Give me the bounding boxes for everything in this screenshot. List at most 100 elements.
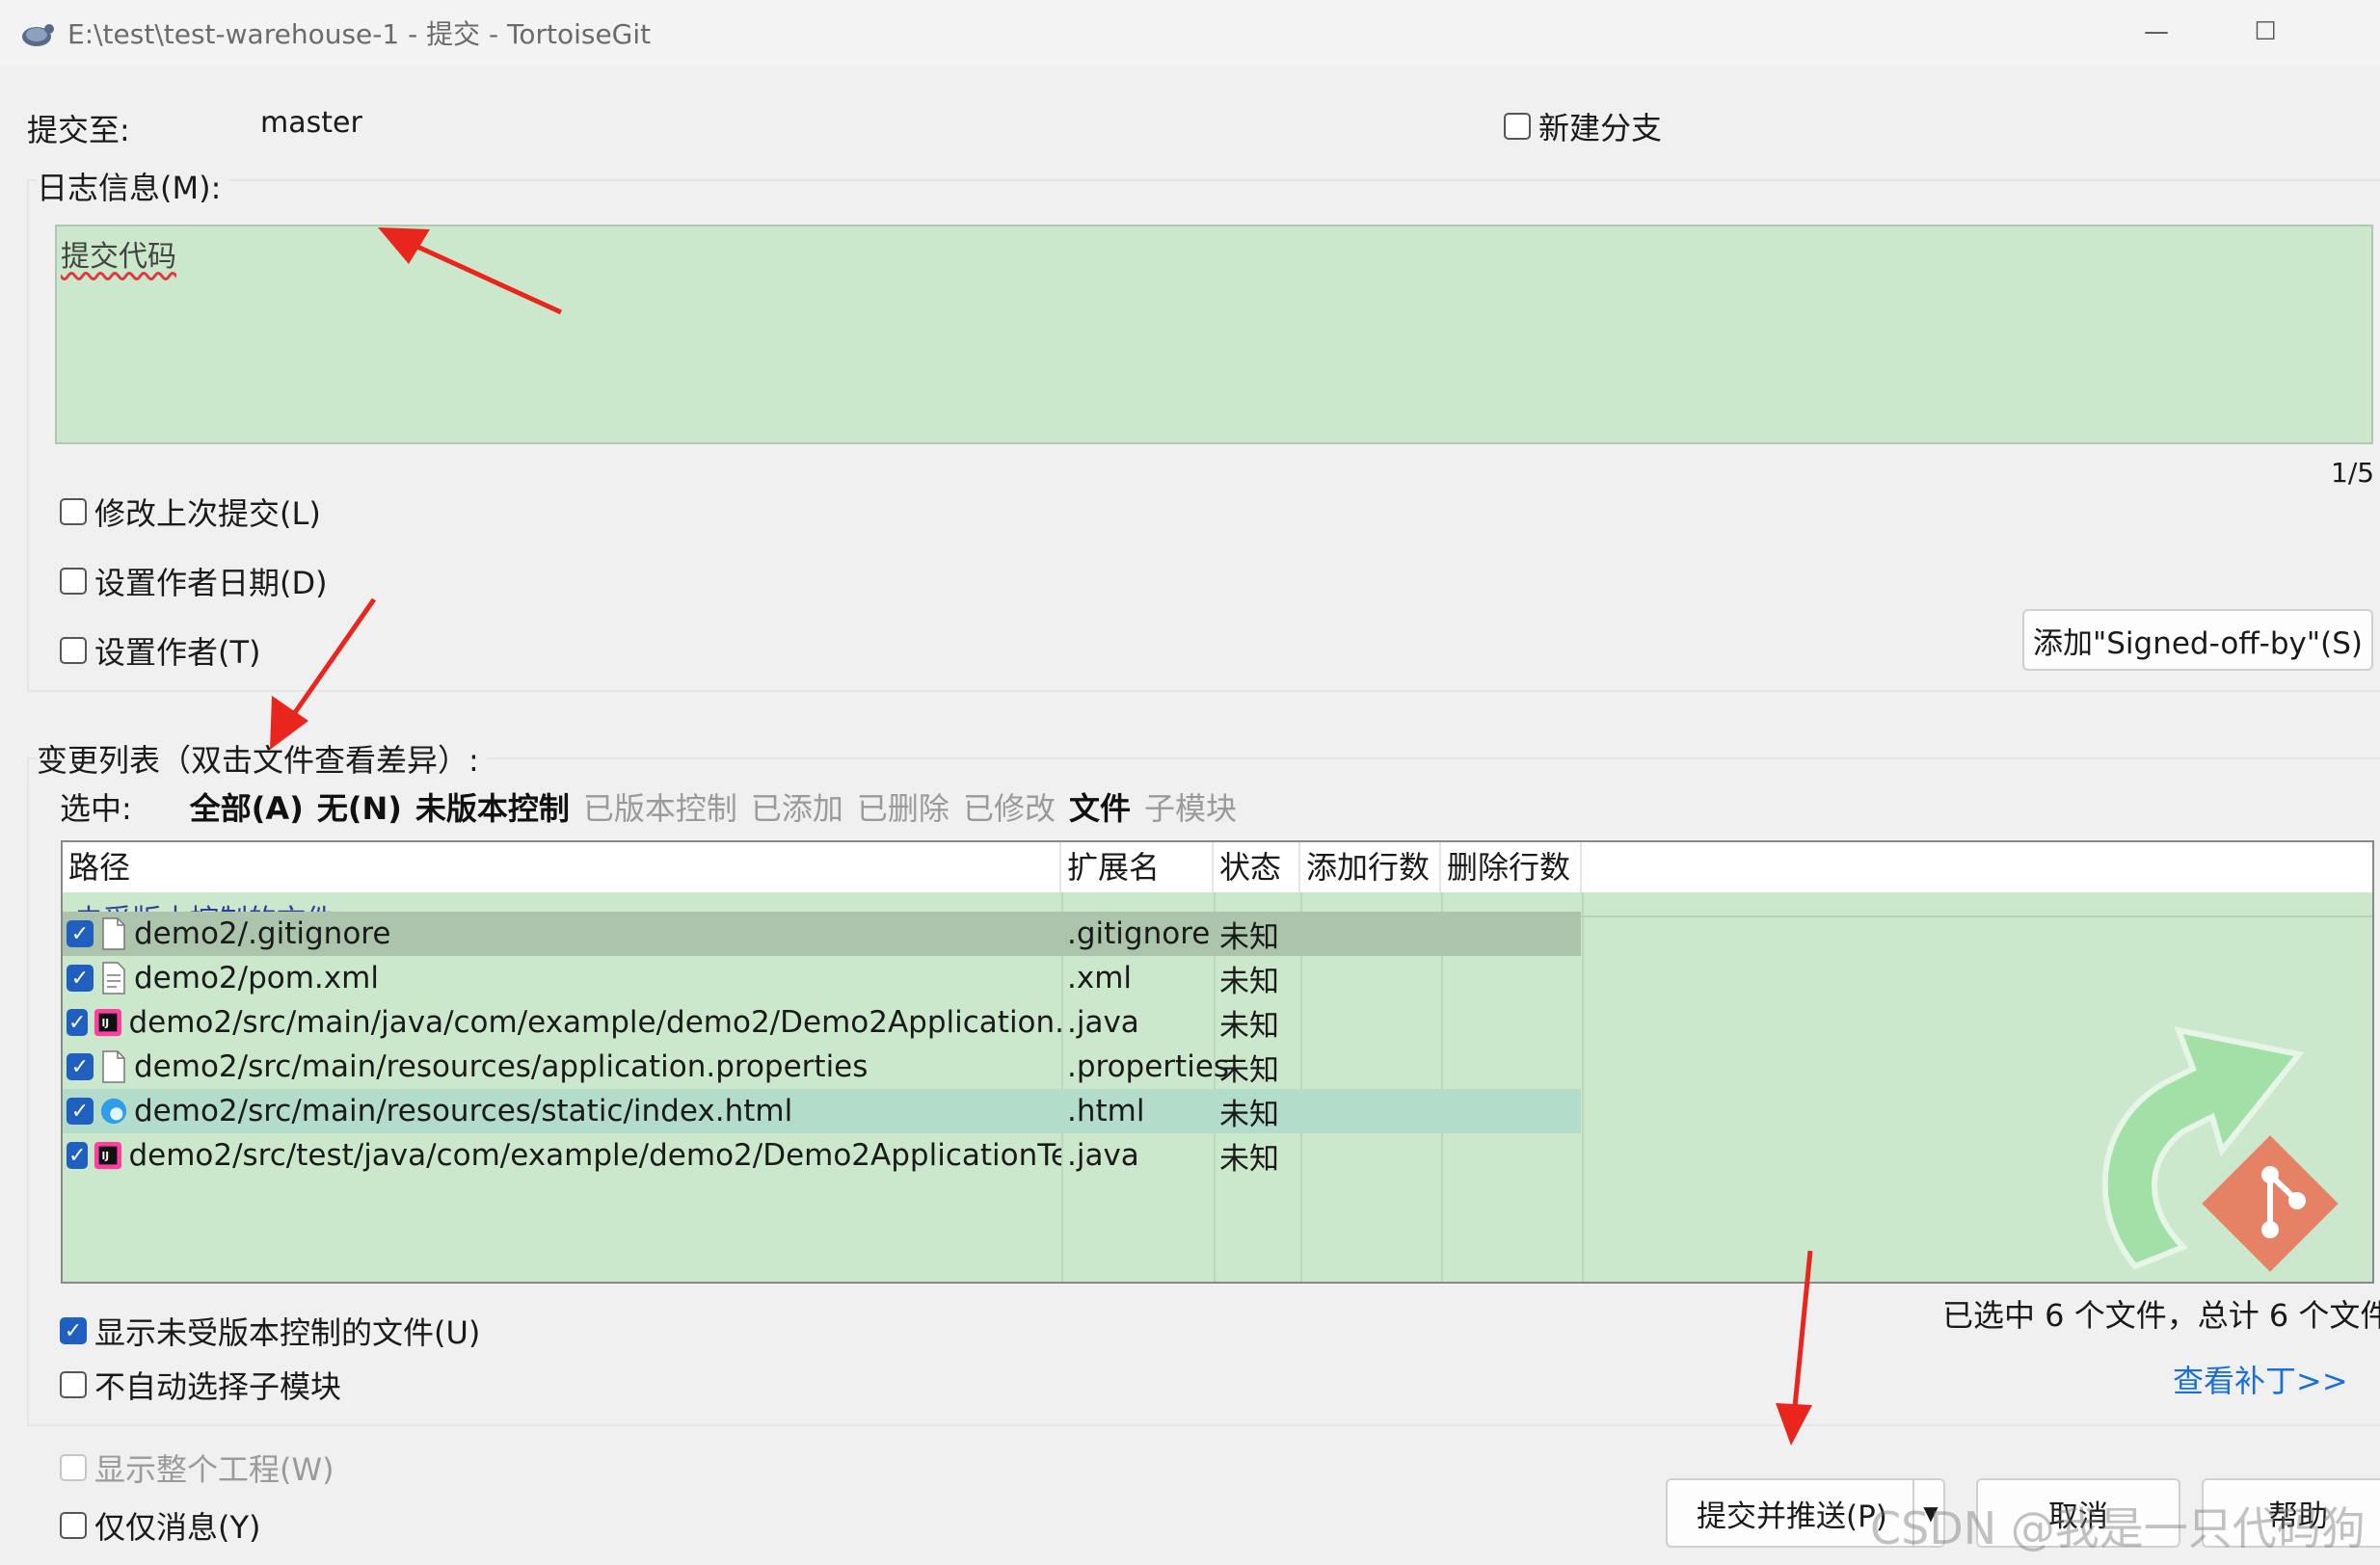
add-signed-off-by-button[interactable]: 添加"Signed-off-by"(S) <box>2022 609 2373 671</box>
checkbox-box[interactable] <box>60 568 87 595</box>
blank-file-icon <box>99 916 128 951</box>
path-cell: ✓ demo2/src/main/resources/application.pr… <box>63 1049 1061 1084</box>
checkbox-box[interactable] <box>60 1512 87 1539</box>
edge-browser-icon <box>99 1094 128 1128</box>
column-header-added-lines[interactable]: 添加行数 <box>1300 842 1441 892</box>
show-whole-project-checkbox[interactable]: 显示整个工程(W) <box>60 1446 334 1490</box>
extension-cell: .java <box>1067 1005 1139 1040</box>
commit-message-input[interactable]: 提交代码 <box>55 225 2373 444</box>
checkbox-box[interactable] <box>60 498 87 525</box>
set-author-date-checkbox[interactable]: 设置作者日期(D) <box>60 559 328 603</box>
selection-summary: 已选中 6 个文件，总计 6 个文件 <box>1942 1297 2380 1334</box>
tortoisegit-watermark-icon <box>2101 1025 2339 1272</box>
amend-label: 修改上次提交(L) <box>94 495 321 532</box>
show-whole-project-label: 显示整个工程(W) <box>94 1451 334 1488</box>
extension-cell: .gitignore <box>1067 916 1211 951</box>
filter-deleted[interactable]: 已删除 <box>857 784 949 829</box>
filter-modified[interactable]: 已修改 <box>963 784 1056 829</box>
table-row[interactable]: ✓ demo2/.gitignore .gitignore 未知 <box>63 912 1581 956</box>
changes-section-label: 变更列表（双击文件查看差异）: <box>37 736 487 781</box>
row-checkbox[interactable]: ✓ <box>67 1142 89 1169</box>
checkbox-box[interactable] <box>1504 113 1531 140</box>
filter-none[interactable]: 无(N) <box>317 784 402 829</box>
file-path: demo2/.gitignore <box>134 916 391 951</box>
show-unversioned-checkbox[interactable]: ✓ 显示未受版本控制的文件(U) <box>60 1309 480 1353</box>
file-path: demo2/src/test/java/com/example/demo2/De… <box>128 1138 1061 1173</box>
set-author-date-label: 设置作者日期(D) <box>94 565 328 601</box>
filter-added[interactable]: 已添加 <box>751 784 843 829</box>
show-unversioned-label: 显示未受版本控制的文件(U) <box>94 1314 481 1351</box>
path-cell: ✓ IJ demo2/src/main/java/com/example/demo2… <box>63 1005 1061 1040</box>
intellij-icon: IJ <box>94 1005 122 1040</box>
row-checkbox[interactable]: ✓ <box>67 1009 89 1036</box>
table-row[interactable]: ✓ demo2/src/main/resources/application.pr… <box>63 1045 1581 1089</box>
set-author-checkbox[interactable]: 设置作者(T) <box>60 628 261 673</box>
new-branch-label: 新建分支 <box>1538 110 1663 146</box>
row-checkbox[interactable]: ✓ <box>67 1098 94 1125</box>
status-cell: 未知 <box>1219 1097 1279 1132</box>
filter-submodules[interactable]: 子模块 <box>1144 784 1237 829</box>
commit-to-label: 提交至: <box>27 112 130 148</box>
text-file-icon <box>99 961 128 995</box>
select-label: 选中: <box>60 790 132 827</box>
svg-text:IJ: IJ <box>102 1018 110 1029</box>
checkbox-box-checked[interactable]: ✓ <box>60 1317 87 1344</box>
column-header-status[interactable]: 状态 <box>1214 842 1300 892</box>
message-only-checkbox[interactable]: 仅仅消息(Y) <box>60 1503 261 1548</box>
checkbox-box[interactable] <box>60 637 87 664</box>
table-row[interactable]: ✓ IJ demo2/src/test/java/com/example/demo2… <box>63 1133 1581 1178</box>
status-cell: 未知 <box>1219 1052 1279 1088</box>
path-cell: ✓ demo2/pom.xml <box>63 961 1061 995</box>
path-cell: ✓ IJ demo2/src/test/java/com/example/demo2… <box>63 1138 1061 1173</box>
message-section-label: 日志信息(M): <box>37 164 229 208</box>
file-path: demo2/pom.xml <box>134 961 379 995</box>
window-title: E:\test\test-warehouse-1 - 提交 - Tortoise… <box>67 18 652 50</box>
table-row[interactable]: ✓ demo2/src/main/resources/static/index.h… <box>63 1089 1581 1133</box>
column-header-ext[interactable]: 扩展名 <box>1061 842 1214 892</box>
new-branch-checkbox[interactable]: 新建分支 <box>1504 104 1662 148</box>
table-row[interactable]: ✓ IJ demo2/src/main/java/com/example/demo2… <box>63 1000 1581 1045</box>
column-header-deleted-lines[interactable]: 删除行数 <box>1441 842 1582 892</box>
list-header: 路径 扩展名 状态 添加行数 删除行数 <box>63 842 2372 892</box>
row-checkbox[interactable]: ✓ <box>67 965 94 992</box>
row-checkbox[interactable]: ✓ <box>67 1053 94 1080</box>
amend-checkbox[interactable]: 修改上次提交(L) <box>60 490 321 534</box>
status-cell: 未知 <box>1219 964 1279 999</box>
file-path: demo2/src/main/resources/static/index.ht… <box>134 1094 793 1128</box>
message-counter: 1/5 <box>2331 457 2375 489</box>
checkbox-box-disabled[interactable] <box>60 1454 87 1481</box>
maximize-button[interactable]: ☐ <box>2236 10 2294 54</box>
column-header-path[interactable]: 路径 <box>63 842 1061 892</box>
commit-push-label: 提交并推送(P) <box>1697 1499 1887 1534</box>
select-filter-bar: 选中: 全部(A) 无(N) 未版本控制 已版本控制 已添加 已删除 已修改 文… <box>60 784 1237 829</box>
file-list[interactable]: 路径 扩展名 状态 添加行数 删除行数 未受版本控制的文件 ✓demo2/.gi… <box>61 840 2374 1284</box>
path-cell: ✓ demo2/src/main/resources/static/index.h… <box>63 1094 1061 1128</box>
extension-cell: .html <box>1067 1094 1145 1128</box>
extension-cell: .properties <box>1067 1049 1230 1084</box>
no-auto-submodule-label: 不自动选择子模块 <box>94 1368 342 1405</box>
csdn-watermark: CSDN @我是一只代码狗 <box>1870 1502 2366 1554</box>
column-divider <box>1582 892 1584 1282</box>
blank-file-icon <box>99 1049 128 1084</box>
view-patch-link[interactable]: 查看补丁>> <box>2173 1357 2348 1401</box>
set-author-label: 设置作者(T) <box>94 634 261 671</box>
filter-files[interactable]: 文件 <box>1069 784 1131 829</box>
file-path: demo2/src/main/java/com/example/demo2/De… <box>128 1005 1061 1040</box>
status-cell: 未知 <box>1219 1141 1279 1177</box>
filter-versioned[interactable]: 已版本控制 <box>583 784 737 829</box>
extension-cell: .xml <box>1067 961 1133 995</box>
table-row[interactable]: ✓ demo2/pom.xml .xml 未知 <box>63 956 1581 1000</box>
file-path: demo2/src/main/resources/application.pro… <box>134 1049 869 1084</box>
checkbox-box[interactable] <box>60 1371 87 1398</box>
branch-name: master <box>260 106 362 140</box>
row-checkbox[interactable]: ✓ <box>67 920 94 947</box>
commit-message-text: 提交代码 <box>61 240 176 274</box>
no-auto-submodule-checkbox[interactable]: 不自动选择子模块 <box>60 1363 341 1407</box>
filter-unversioned[interactable]: 未版本控制 <box>415 784 570 829</box>
intellij-icon: IJ <box>94 1138 122 1173</box>
filter-all[interactable]: 全部(A) <box>190 784 304 829</box>
tortoisegit-logo-icon <box>17 13 56 52</box>
minimize-button[interactable]: — <box>2127 10 2185 54</box>
status-cell: 未知 <box>1219 919 1279 955</box>
signed-off-label: 添加"Signed-off-by"(S) <box>2032 625 2364 661</box>
